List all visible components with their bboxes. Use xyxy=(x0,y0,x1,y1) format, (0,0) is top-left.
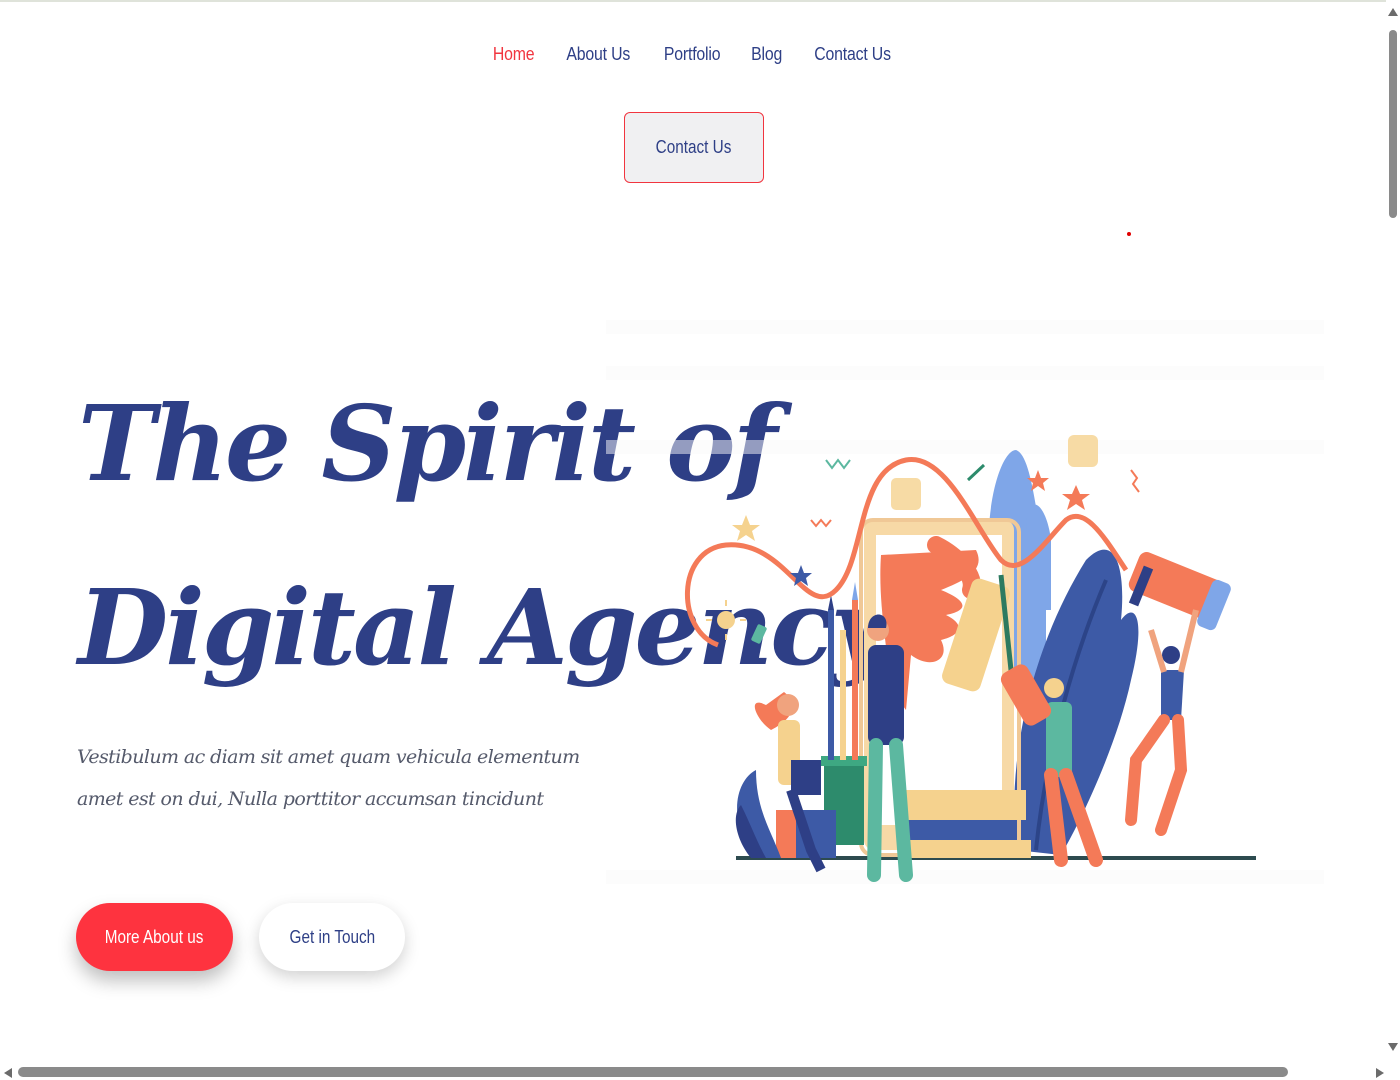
scroll-left-arrow-icon[interactable] xyxy=(4,1068,12,1078)
squiggle-green xyxy=(825,458,851,470)
get-in-touch-button[interactable]: Get in Touch xyxy=(259,903,405,971)
hero-subtitle-line-2: amet est on dui, Nulla porttitor accumsa… xyxy=(77,788,544,810)
nav-item-home[interactable]: Home xyxy=(493,44,535,65)
person-roller-head xyxy=(1044,678,1064,698)
paint-bottle-icon xyxy=(751,624,767,644)
squiggle-red-2 xyxy=(1130,469,1140,493)
more-about-us-button[interactable]: More About us xyxy=(76,903,233,971)
person-lifting-legs xyxy=(1125,714,1188,836)
pencil-tip-3 xyxy=(852,582,858,600)
scroll-up-arrow-icon[interactable] xyxy=(1388,8,1398,16)
hero-subtitle-line-1: Vestibulum ac diam sit amet quam vehicul… xyxy=(77,746,580,768)
get-in-touch-label: Get in Touch xyxy=(289,926,375,947)
pencil-2 xyxy=(840,630,846,760)
squiggle-red xyxy=(810,518,832,528)
book-top xyxy=(901,790,1026,820)
vertical-scroll-thumb[interactable] xyxy=(1389,30,1397,218)
book-middle xyxy=(906,820,1016,840)
book-bottom xyxy=(901,840,1031,858)
person-lifting-head xyxy=(1162,646,1180,664)
scroll-right-arrow-icon[interactable] xyxy=(1376,1068,1384,1078)
header-contact-button[interactable]: Contact Us xyxy=(624,112,764,183)
hero-title-line-1: The Spirit of xyxy=(78,382,777,505)
emoji-bubble xyxy=(1068,435,1098,467)
person-lifting-body xyxy=(1161,670,1184,720)
header-contact-button-label: Contact Us xyxy=(656,137,732,157)
hero-subtitle: Vestibulum ac diam sit amet quam vehicul… xyxy=(77,736,580,820)
window-top-border xyxy=(0,0,1400,2)
scroll-down-arrow-icon[interactable] xyxy=(1388,1043,1398,1051)
more-about-us-label: More About us xyxy=(105,926,204,947)
pencil-3 xyxy=(852,600,858,760)
nav-item-contact-us[interactable]: Contact Us xyxy=(814,44,891,65)
creative-team-illustration xyxy=(606,320,1324,884)
small-pencil-icon xyxy=(966,463,986,482)
nav-item-blog[interactable]: Blog xyxy=(751,44,782,65)
horizontal-scroll-thumb[interactable] xyxy=(18,1067,1288,1077)
horizontal-scrollbar[interactable] xyxy=(0,1064,1400,1080)
nav-item-about-us[interactable]: About Us xyxy=(566,44,630,65)
decorative-dot xyxy=(1127,232,1131,236)
person-standing-body xyxy=(868,645,904,745)
thumbs-up-bubble xyxy=(891,478,921,510)
main-navigation: Home About Us Portfolio Blog Contact Us xyxy=(0,44,1386,65)
nav-item-portfolio[interactable]: Portfolio xyxy=(663,44,720,65)
sun-icon xyxy=(717,611,735,629)
star-red-2 xyxy=(1062,485,1090,510)
vertical-scrollbar[interactable] xyxy=(1386,0,1400,1062)
hero-title: The Spirit of Digital Agency xyxy=(78,352,891,720)
woman-head xyxy=(777,694,799,716)
star-yellow xyxy=(732,515,760,541)
hero-title-line-2: Digital Agency xyxy=(78,566,891,689)
pencil-1 xyxy=(828,610,834,760)
